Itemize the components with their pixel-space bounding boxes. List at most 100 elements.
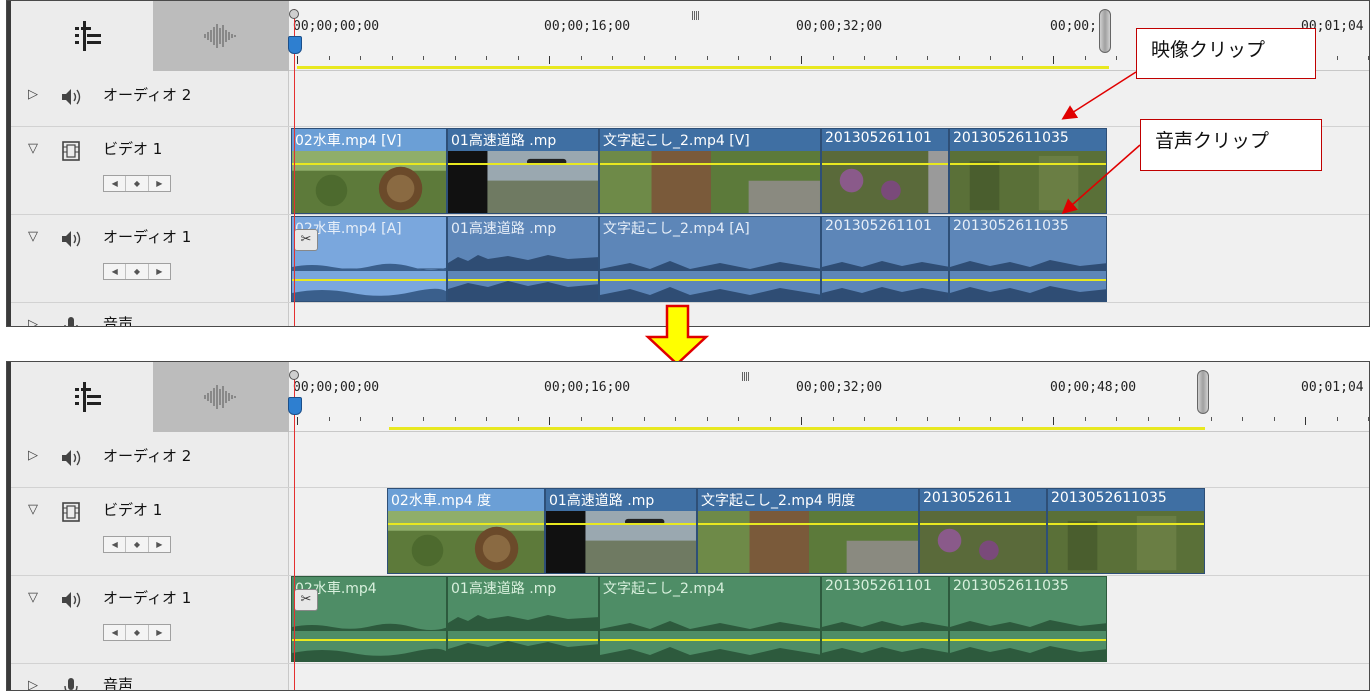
video-clip[interactable]: 01高速道路 .mp	[447, 128, 599, 214]
ruler-tick	[1179, 417, 1180, 421]
keyframe-navigator[interactable]: ◀ ◆ ▶	[103, 624, 171, 641]
timecode-label: 00;01;04	[1301, 380, 1364, 395]
out-point-handle[interactable]	[1197, 370, 1209, 414]
clip-label: 2013052611035	[953, 130, 1069, 146]
playhead-marker-icon[interactable]	[288, 36, 302, 54]
ruler-tick	[958, 417, 960, 421]
add-keyframe-icon[interactable]: ◆	[126, 264, 149, 279]
speaker-icon[interactable]	[59, 86, 83, 108]
clip-label: 文字起こし_2.mp4 [A]	[603, 221, 750, 237]
next-keyframe-icon[interactable]: ▶	[149, 537, 170, 552]
audio-clip[interactable]: 文字起こし_2.mp4 [A]	[599, 216, 821, 302]
next-keyframe-icon[interactable]: ▶	[149, 176, 170, 191]
keyframe-navigator[interactable]: ◀ ◆ ▶	[103, 536, 171, 553]
audio-clip[interactable]: 01高速道路 .mp	[447, 216, 599, 302]
prev-keyframe-icon[interactable]: ◀	[104, 537, 127, 552]
audio-view-button[interactable]	[153, 1, 289, 71]
track-lane[interactable]	[289, 303, 1369, 326]
video-clip[interactable]: 2013052611035	[949, 128, 1107, 214]
video-clip[interactable]: 01高速道路 .mp	[545, 488, 697, 574]
prev-keyframe-icon[interactable]: ◀	[104, 625, 127, 640]
track-narration: ▷ 音声	[11, 664, 1369, 691]
ruler-grip-icon[interactable]: ||||	[741, 372, 750, 382]
video-clip[interactable]: 2013052611	[919, 488, 1047, 574]
film-icon[interactable]	[59, 501, 83, 523]
ruler-tick	[297, 56, 298, 64]
ruler-tick	[1021, 56, 1023, 60]
razor-icon[interactable]: ✂	[294, 229, 318, 251]
keyframe-navigator[interactable]: ◀ ◆ ▶	[103, 263, 171, 280]
time-ruler[interactable]: 00;00;00;00 00;00;16;00 00;00;32;00 00;0…	[289, 362, 1369, 432]
expand-triangle-icon[interactable]: ▽	[28, 502, 38, 517]
audio-clip[interactable]: 201305261101	[821, 216, 949, 302]
expand-triangle-icon[interactable]: ▽	[28, 141, 38, 156]
timecode-label: 00;00;00;00	[293, 380, 380, 395]
clip-thumbnail	[292, 151, 446, 213]
video-clip[interactable]: 02水車.mp4 [V]	[291, 128, 447, 214]
track-name: オーディオ 2	[103, 86, 192, 104]
track-lane[interactable]	[289, 664, 1369, 690]
clip-thumbnail	[388, 511, 544, 573]
track-lane[interactable]	[289, 432, 1369, 487]
timecode-label: 00;00;	[1050, 19, 1097, 34]
prev-keyframe-icon[interactable]: ◀	[104, 264, 127, 279]
audio-clip[interactable]: 01高速道路 .mp	[447, 576, 599, 662]
clip-thumbnail	[698, 511, 918, 573]
track-name: ビデオ 1	[103, 140, 163, 158]
video-clip[interactable]: 文字起こし_2.mp4 明度	[697, 488, 919, 574]
work-area-bar[interactable]	[297, 66, 1109, 69]
ruler-tick	[423, 417, 424, 421]
track-view-button[interactable]	[11, 1, 153, 71]
collapse-triangle-icon[interactable]: ▷	[28, 317, 38, 326]
audio-clip[interactable]: 2013052611035	[949, 216, 1107, 302]
out-point-handle[interactable]	[1099, 9, 1111, 53]
video-clip[interactable]: 2013052611035	[1047, 488, 1205, 574]
next-keyframe-icon[interactable]: ▶	[149, 264, 170, 279]
add-keyframe-icon[interactable]: ◆	[126, 537, 149, 552]
video-clip[interactable]: 201305261101	[821, 128, 949, 214]
speaker-icon[interactable]	[59, 228, 83, 250]
ruler-tick	[990, 56, 991, 60]
ruler-tick	[454, 56, 456, 60]
expand-triangle-icon[interactable]: ▽	[28, 229, 38, 244]
track-view-button[interactable]	[11, 362, 153, 432]
track-lane[interactable]	[289, 71, 1369, 126]
ruler-tick	[486, 56, 487, 60]
playhead-line[interactable]	[294, 370, 295, 690]
audio-clip[interactable]: 文字起こし_2.mp4	[599, 576, 821, 662]
film-icon[interactable]	[59, 140, 83, 162]
timeline-header	[11, 1, 289, 71]
add-keyframe-icon[interactable]: ◆	[126, 176, 149, 191]
ruler-tick	[1305, 417, 1306, 425]
clip-label: 01高速道路 .mp	[451, 221, 557, 237]
clip-label: 01高速道路 .mp	[451, 133, 557, 149]
speaker-icon[interactable]	[59, 589, 83, 611]
ruler-tick	[864, 56, 865, 60]
video-clip[interactable]: 文字起こし_2.mp4 [V]	[599, 128, 821, 214]
microphone-icon[interactable]	[59, 676, 83, 691]
video-clip[interactable]: 02水車.mp4 度	[387, 488, 545, 574]
keyframe-navigator[interactable]: ◀ ◆ ▶	[103, 175, 171, 192]
ruler-tick	[769, 417, 771, 421]
add-keyframe-icon[interactable]: ◆	[126, 625, 149, 640]
speaker-icon[interactable]	[59, 447, 83, 469]
prev-keyframe-icon[interactable]: ◀	[104, 176, 127, 191]
playhead-handle[interactable]	[289, 370, 299, 380]
collapse-triangle-icon[interactable]: ▷	[28, 678, 38, 690]
audio-clip[interactable]: 201305261101	[821, 576, 949, 662]
expand-triangle-icon[interactable]: ▽	[28, 590, 38, 605]
audio-clip[interactable]: 2013052611035	[949, 576, 1107, 662]
razor-icon[interactable]: ✂	[294, 589, 318, 611]
next-keyframe-icon[interactable]: ▶	[149, 625, 170, 640]
audio-view-button[interactable]	[153, 362, 289, 432]
ruler-grip-icon[interactable]: ||||	[691, 11, 700, 21]
collapse-triangle-icon[interactable]: ▷	[28, 448, 38, 463]
collapse-triangle-icon[interactable]: ▷	[28, 87, 38, 102]
clip-label: 201305261101	[825, 218, 932, 234]
work-area-bar[interactable]	[389, 427, 1205, 430]
playhead-marker-icon[interactable]	[288, 397, 302, 415]
playhead-line[interactable]	[294, 9, 295, 326]
playhead-handle[interactable]	[289, 9, 299, 19]
microphone-icon[interactable]	[59, 315, 83, 327]
ruler-tick	[643, 417, 645, 421]
